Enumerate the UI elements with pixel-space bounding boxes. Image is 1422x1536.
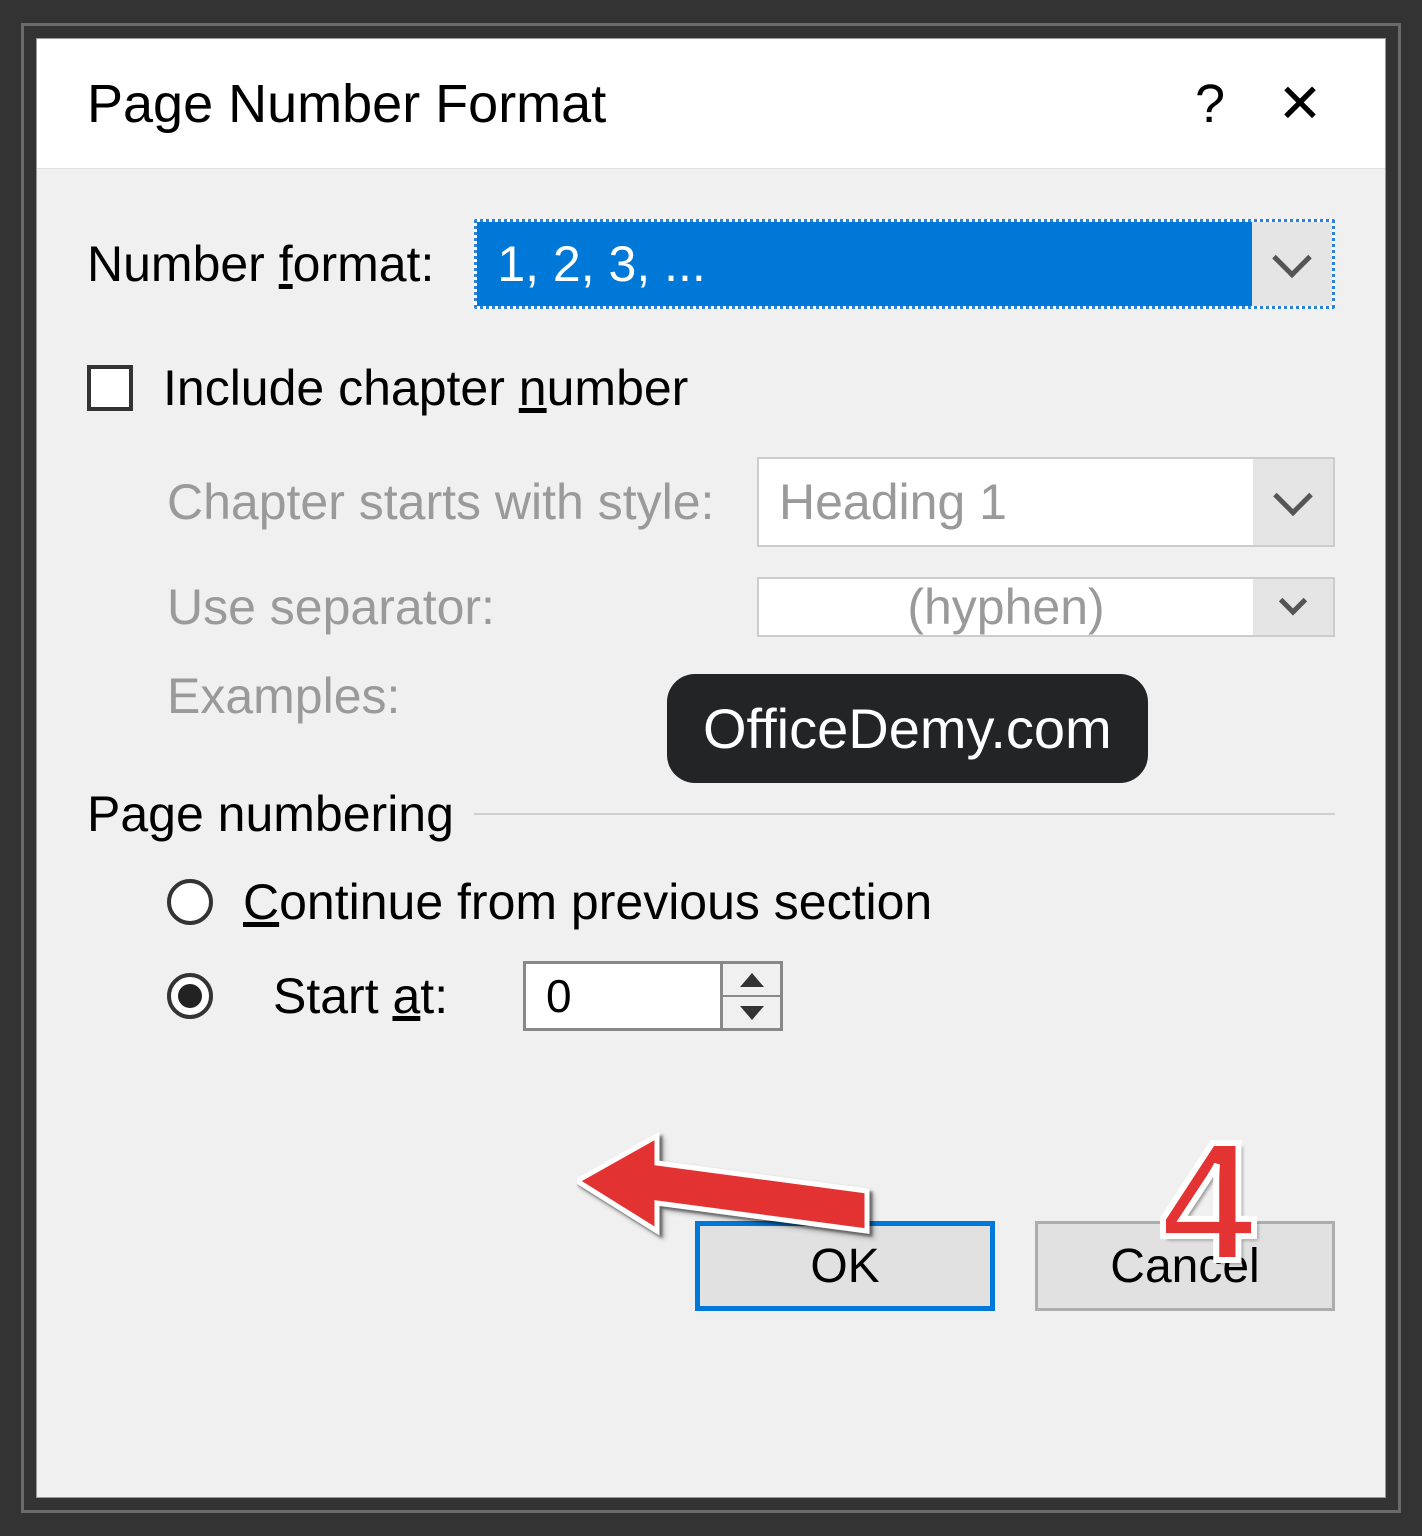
separator-label: Use separator: — [167, 578, 727, 636]
number-format-label: Number format: — [87, 235, 434, 293]
annotation-arrow-icon — [577, 1131, 877, 1261]
include-chapter-checkbox[interactable] — [87, 365, 133, 411]
separator-value: (hyphen) — [759, 579, 1253, 635]
include-chapter-label: Include chapter number — [163, 359, 688, 417]
continue-label: Continue from previous section — [243, 873, 932, 931]
examples-label: Examples: — [167, 667, 400, 725]
chapter-style-value: Heading 1 — [759, 459, 1253, 545]
number-format-combo[interactable]: 1, 2, 3, ... — [474, 219, 1335, 309]
page-number-format-dialog: Page Number Format ? ✕ Number format: 1,… — [36, 38, 1386, 1498]
dialog-title: Page Number Format — [87, 73, 1165, 135]
spinner-up-icon[interactable] — [723, 964, 780, 997]
separator-combo: (hyphen) — [757, 577, 1335, 637]
chevron-down-icon[interactable] — [1252, 222, 1332, 306]
page-numbering-title: Page numbering — [87, 785, 454, 843]
titlebar: Page Number Format ? ✕ — [37, 39, 1385, 169]
start-at-spinner[interactable]: 0 — [523, 961, 783, 1031]
start-at-value[interactable]: 0 — [526, 964, 720, 1028]
chevron-down-icon — [1253, 579, 1333, 635]
help-button[interactable]: ? — [1165, 73, 1255, 135]
number-format-value: 1, 2, 3, ... — [477, 222, 1252, 306]
spinner-down-icon[interactable] — [723, 997, 780, 1028]
close-button[interactable]: ✕ — [1255, 72, 1345, 135]
chevron-down-icon — [1253, 459, 1333, 545]
chapter-style-label: Chapter starts with style: — [167, 473, 727, 531]
continue-radio[interactable] — [167, 879, 213, 925]
start-at-label: Start at: — [273, 967, 493, 1025]
chapter-style-combo: Heading 1 — [757, 457, 1335, 547]
annotation-step-number: 4 — [1160, 1104, 1255, 1300]
watermark-overlay: OfficeDemy.com — [667, 674, 1148, 783]
start-at-radio[interactable] — [167, 973, 213, 1019]
divider — [474, 813, 1335, 815]
